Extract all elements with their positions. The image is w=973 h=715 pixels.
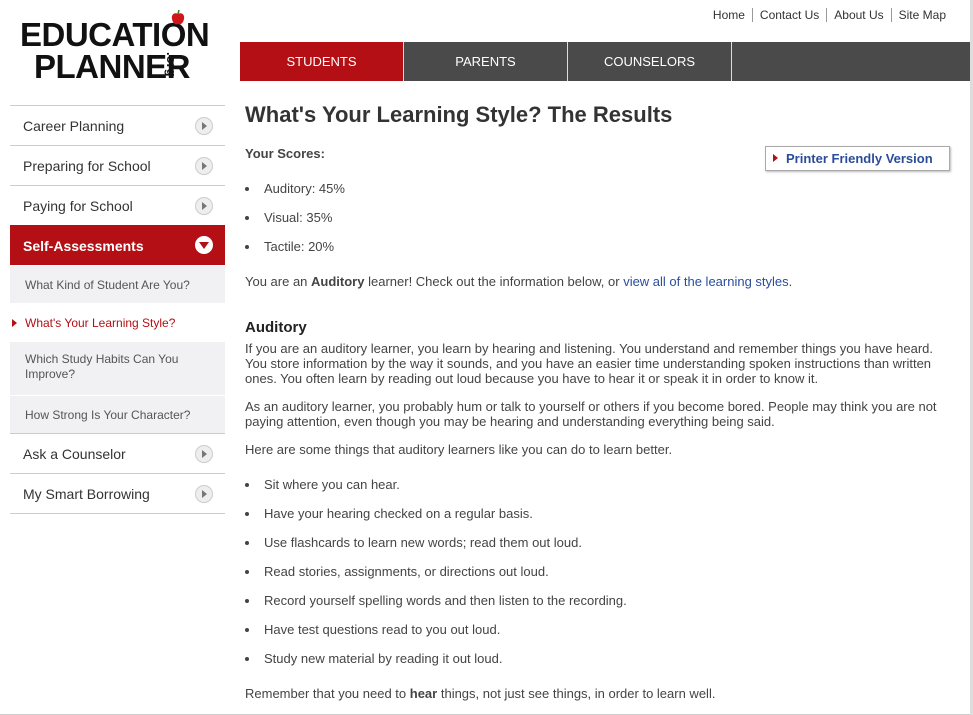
score-text: Visual: 35% xyxy=(264,210,333,225)
result-text: You are an xyxy=(245,274,312,289)
tip-text: Have test questions read to you out loud… xyxy=(264,622,501,637)
sidebar-item-self-assessments[interactable]: Self-Assessments xyxy=(10,225,225,265)
sidebar-item-label: Career Planning xyxy=(23,118,125,134)
site-logo[interactable]: EDUCATION PLANNER .org xyxy=(20,10,220,86)
paragraph-1: If you are an auditory learner, you lear… xyxy=(245,341,934,386)
home-link[interactable]: Home xyxy=(706,8,752,22)
scores-heading: Your Scores: xyxy=(245,146,325,161)
main-nav: STUDENTS PARENTS COUNSELORS xyxy=(240,42,971,81)
tab-parents[interactable]: PARENTS xyxy=(404,42,568,81)
tip-text: Use flashcards to learn new words; read … xyxy=(264,535,582,550)
tip-text: Record yourself spelling words and then … xyxy=(264,593,627,608)
printer-friendly-label: Printer Friendly Version xyxy=(786,151,933,166)
chevron-down-icon[interactable] xyxy=(195,236,213,254)
chevron-right-icon[interactable] xyxy=(195,157,213,175)
paragraph-2: As an auditory learner, you probably hum… xyxy=(245,399,937,429)
result-text: . xyxy=(788,274,793,289)
sidebar-item-label: Preparing for School xyxy=(23,158,151,174)
subnav-item-character[interactable]: How Strong Is Your Character? xyxy=(10,395,225,433)
sidebar-item-label: Ask a Counselor xyxy=(23,446,126,462)
utility-links: Home Contact Us About Us Site Map xyxy=(706,8,953,22)
subnav-item-learning-style[interactable]: What's Your Learning Style? xyxy=(10,303,225,341)
about-us-link[interactable]: About Us xyxy=(826,8,890,22)
subnav-item-student-type[interactable]: What Kind of Student Are You? xyxy=(10,265,225,303)
sidebar-item-label: Paying for School xyxy=(23,198,133,214)
sidebar-item-career-planning[interactable]: Career Planning xyxy=(10,105,225,145)
contact-us-link[interactable]: Contact Us xyxy=(751,8,826,22)
chevron-right-icon[interactable] xyxy=(195,117,213,135)
subnav-item-label: What's Your Learning Style? xyxy=(25,316,176,330)
logo-org: .org xyxy=(164,52,179,77)
closing-paragraph: Remember that you need to hear things, n… xyxy=(245,686,945,701)
result-type: Auditory xyxy=(311,274,365,289)
closing-text: Remember that you need to xyxy=(245,686,410,701)
result-text: learner! Check out the information below… xyxy=(364,274,624,289)
printer-friendly-button[interactable]: Printer Friendly Version xyxy=(765,146,950,171)
arrow-right-icon xyxy=(773,154,778,162)
sidebar-item-ask-a-counselor[interactable]: Ask a Counselor xyxy=(10,433,225,473)
tip-text: Read stories, assignments, or directions… xyxy=(264,564,549,579)
sidebar-item-label: Self-Assessments xyxy=(23,238,144,254)
result-summary: You are an Auditory learner! Check out t… xyxy=(245,274,945,289)
subnav-item-label: What Kind of Student Are You? xyxy=(25,278,190,292)
chevron-right-icon[interactable] xyxy=(195,445,213,463)
score-text: Tactile: 20% xyxy=(264,239,335,254)
tip-text: Sit where you can hear. xyxy=(264,477,400,492)
closing-emphasis: hear xyxy=(409,686,438,701)
tip-text: Study new material by reading it out lou… xyxy=(264,651,503,666)
view-all-learning-styles-link[interactable]: view all of the learning styles xyxy=(623,274,788,289)
sidebar-item-paying-for-school[interactable]: Paying for School xyxy=(10,185,225,225)
subnav-item-study-habits[interactable]: Which Study Habits Can You Improve? xyxy=(10,341,225,395)
score-text: Auditory: 45% xyxy=(264,181,345,196)
tip-text: Have your hearing checked on a regular b… xyxy=(264,506,533,521)
subnav-item-label: How Strong Is Your Character? xyxy=(25,408,191,422)
section-title: Auditory xyxy=(245,319,307,336)
tab-students[interactable]: STUDENTS xyxy=(240,42,404,81)
subnav-item-label: Which Study Habits Can You Improve? xyxy=(25,352,179,381)
page-title: What's Your Learning Style? The Results xyxy=(245,102,673,127)
sidebar-item-preparing-for-school[interactable]: Preparing for School xyxy=(10,145,225,185)
chevron-right-icon[interactable] xyxy=(195,197,213,215)
sidebar-item-label: My Smart Borrowing xyxy=(23,486,150,502)
paragraph-3: Here are some things that auditory learn… xyxy=(245,442,673,457)
tab-counselors[interactable]: COUNSELORS xyxy=(568,42,732,81)
site-map-link[interactable]: Site Map xyxy=(890,8,953,22)
sidebar-nav: Career Planning Preparing for School Pay… xyxy=(10,105,225,514)
chevron-right-icon[interactable] xyxy=(195,485,213,503)
closing-text: things, not just see things, in order to… xyxy=(437,686,716,701)
sidebar-item-smart-borrowing[interactable]: My Smart Borrowing xyxy=(10,473,225,514)
apple-icon xyxy=(171,10,185,25)
current-page-arrow-icon xyxy=(12,319,17,327)
